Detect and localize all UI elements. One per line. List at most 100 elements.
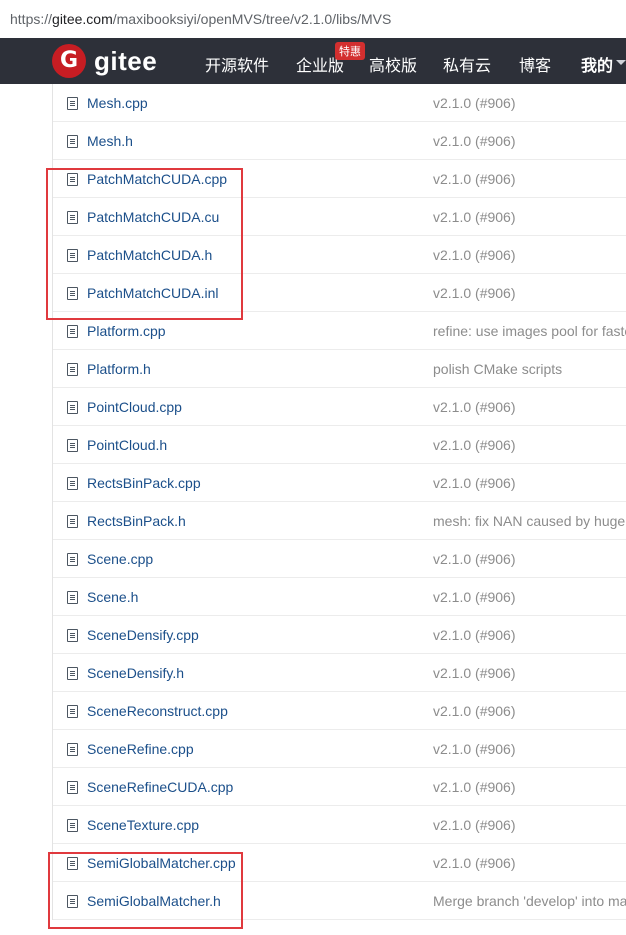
file-row: Scene.h v2.1.0 (#906) <box>53 578 626 616</box>
file-name-link[interactable]: RectsBinPack.cpp <box>87 475 201 491</box>
commit-message-link[interactable]: v2.1.0 (#906) <box>433 95 626 111</box>
commit-message-link[interactable]: v2.1.0 (#906) <box>433 475 626 491</box>
file-row: SceneDensify.h v2.1.0 (#906) <box>53 654 626 692</box>
file-icon <box>67 781 78 794</box>
file-name-link[interactable]: Mesh.cpp <box>87 95 148 111</box>
commit-message-link[interactable]: v2.1.0 (#906) <box>433 741 626 757</box>
commit-message-link[interactable]: v2.1.0 (#906) <box>433 133 626 149</box>
file-name-link[interactable]: SceneDensify.h <box>87 665 184 681</box>
url-path: /maxibooksiyi/openMVS/tree/v2.1.0/libs/M… <box>112 11 392 27</box>
file-row: RectsBinPack.cpp v2.1.0 (#906) <box>53 464 626 502</box>
file-name-link[interactable]: SceneTexture.cpp <box>87 817 199 833</box>
nav-private-cloud[interactable]: 私有云 <box>443 52 491 76</box>
commit-message-link[interactable]: Merge branch 'develop' into ma <box>433 893 626 909</box>
file-icon <box>67 173 78 186</box>
file-icon <box>67 363 78 376</box>
commit-message-link[interactable]: v2.1.0 (#906) <box>433 551 626 567</box>
file-name-link[interactable]: PointCloud.h <box>87 437 167 453</box>
file-row: SceneRefine.cpp v2.1.0 (#906) <box>53 730 626 768</box>
file-icon <box>67 287 78 300</box>
file-icon <box>67 439 78 452</box>
commit-message-link[interactable]: v2.1.0 (#906) <box>433 399 626 415</box>
file-name-link[interactable]: PointCloud.cpp <box>87 399 182 415</box>
file-row: Scene.cpp v2.1.0 (#906) <box>53 540 626 578</box>
file-name-link[interactable]: Scene.cpp <box>87 551 153 567</box>
file-name-link[interactable]: SceneRefineCUDA.cpp <box>87 779 233 795</box>
file-name-link[interactable]: PatchMatchCUDA.cu <box>87 209 219 225</box>
commit-message-link[interactable]: v2.1.0 (#906) <box>433 589 626 605</box>
file-icon <box>67 135 78 148</box>
file-name-link[interactable]: SceneReconstruct.cpp <box>87 703 228 719</box>
commit-message-link[interactable]: refine: use images pool for faste <box>433 323 626 339</box>
file-name-link[interactable]: SceneRefine.cpp <box>87 741 194 757</box>
file-name-link[interactable]: Scene.h <box>87 589 138 605</box>
file-name-link[interactable]: Platform.cpp <box>87 323 166 339</box>
logo-glyph: G <box>59 48 79 73</box>
file-icon <box>67 477 78 490</box>
file-row: Platform.h polish CMake scripts <box>53 350 626 388</box>
commit-message-link[interactable]: v2.1.0 (#906) <box>433 855 626 871</box>
commit-message-link[interactable]: mesh: fix NAN caused by huge s <box>433 513 626 529</box>
commit-message-link[interactable]: v2.1.0 (#906) <box>433 703 626 719</box>
commit-message-link[interactable]: v2.1.0 (#906) <box>433 285 626 301</box>
file-icon <box>67 211 78 224</box>
file-row: Platform.cpp refine: use images pool for … <box>53 312 626 350</box>
logo-text: gitee <box>94 45 158 76</box>
commit-message-link[interactable]: v2.1.0 (#906) <box>433 247 626 263</box>
file-icon <box>67 819 78 832</box>
file-row: SemiGlobalMatcher.h Merge branch 'develop… <box>53 882 626 920</box>
file-icon <box>67 705 78 718</box>
enterprise-promo-badge: 特惠 <box>335 42 365 60</box>
file-name-link[interactable]: PatchMatchCUDA.cpp <box>87 171 227 187</box>
commit-message-link[interactable]: v2.1.0 (#906) <box>433 627 626 643</box>
file-row: PatchMatchCUDA.h v2.1.0 (#906) <box>53 236 626 274</box>
top-navbar: G gitee 开源软件 企业版 特惠 高校版 私有云 博客 我的 <box>0 38 626 84</box>
file-row: PatchMatchCUDA.cpp v2.1.0 (#906) <box>53 160 626 198</box>
nav-education[interactable]: 高校版 <box>369 52 417 76</box>
file-icon <box>67 895 78 908</box>
url-prefix: https:// <box>10 11 53 27</box>
file-row: PatchMatchCUDA.cu v2.1.0 (#906) <box>53 198 626 236</box>
file-icon <box>67 515 78 528</box>
file-icon <box>67 401 78 414</box>
file-name-link[interactable]: PatchMatchCUDA.h <box>87 247 212 263</box>
file-row: SemiGlobalMatcher.cpp v2.1.0 (#906) <box>53 844 626 882</box>
file-name-link[interactable]: RectsBinPack.h <box>87 513 186 529</box>
file-icon <box>67 667 78 680</box>
file-list: Mesh.cpp v2.1.0 (#906) Mesh.h v2.1.0 (#906)… <box>52 84 626 920</box>
gitee-logo-icon: G <box>52 44 86 78</box>
commit-message-link[interactable]: v2.1.0 (#906) <box>433 171 626 187</box>
commit-message-link[interactable]: v2.1.0 (#906) <box>433 437 626 453</box>
file-name-link[interactable]: SemiGlobalMatcher.cpp <box>87 855 236 871</box>
file-row: SceneRefineCUDA.cpp v2.1.0 (#906) <box>53 768 626 806</box>
file-icon <box>67 591 78 604</box>
commit-message-link[interactable]: v2.1.0 (#906) <box>433 817 626 833</box>
file-icon <box>67 97 78 110</box>
file-row: RectsBinPack.h mesh: fix NAN caused by hu… <box>53 502 626 540</box>
file-name-link[interactable]: SemiGlobalMatcher.h <box>87 893 221 909</box>
file-name-link[interactable]: Platform.h <box>87 361 151 377</box>
file-name-link[interactable]: SceneDensify.cpp <box>87 627 199 643</box>
file-name-link[interactable]: PatchMatchCUDA.inl <box>87 285 219 301</box>
commit-message-link[interactable]: polish CMake scripts <box>433 361 626 377</box>
file-row: PatchMatchCUDA.inl v2.1.0 (#906) <box>53 274 626 312</box>
nav-mine[interactable]: 我的 <box>581 52 613 76</box>
nav-blog[interactable]: 博客 <box>519 52 551 76</box>
file-name-link[interactable]: Mesh.h <box>87 133 133 149</box>
commit-message-link[interactable]: v2.1.0 (#906) <box>433 665 626 681</box>
file-row: SceneDensify.cpp v2.1.0 (#906) <box>53 616 626 654</box>
nav-open-source[interactable]: 开源软件 <box>205 52 269 76</box>
commit-message-link[interactable]: v2.1.0 (#906) <box>433 779 626 795</box>
file-icon <box>67 249 78 262</box>
commit-message-link[interactable]: v2.1.0 (#906) <box>433 209 626 225</box>
file-row: PointCloud.h v2.1.0 (#906) <box>53 426 626 464</box>
address-bar[interactable]: https://gitee.com/maxibooksiyi/openMVS/t… <box>0 0 626 38</box>
file-icon <box>67 325 78 338</box>
file-row: SceneTexture.cpp v2.1.0 (#906) <box>53 806 626 844</box>
file-row: Mesh.cpp v2.1.0 (#906) <box>53 84 626 122</box>
gitee-logo[interactable]: G gitee <box>52 44 157 78</box>
file-row: SceneReconstruct.cpp v2.1.0 (#906) <box>53 692 626 730</box>
file-icon <box>67 743 78 756</box>
url-host: gitee.com <box>52 11 113 27</box>
chevron-down-icon[interactable] <box>616 60 626 65</box>
